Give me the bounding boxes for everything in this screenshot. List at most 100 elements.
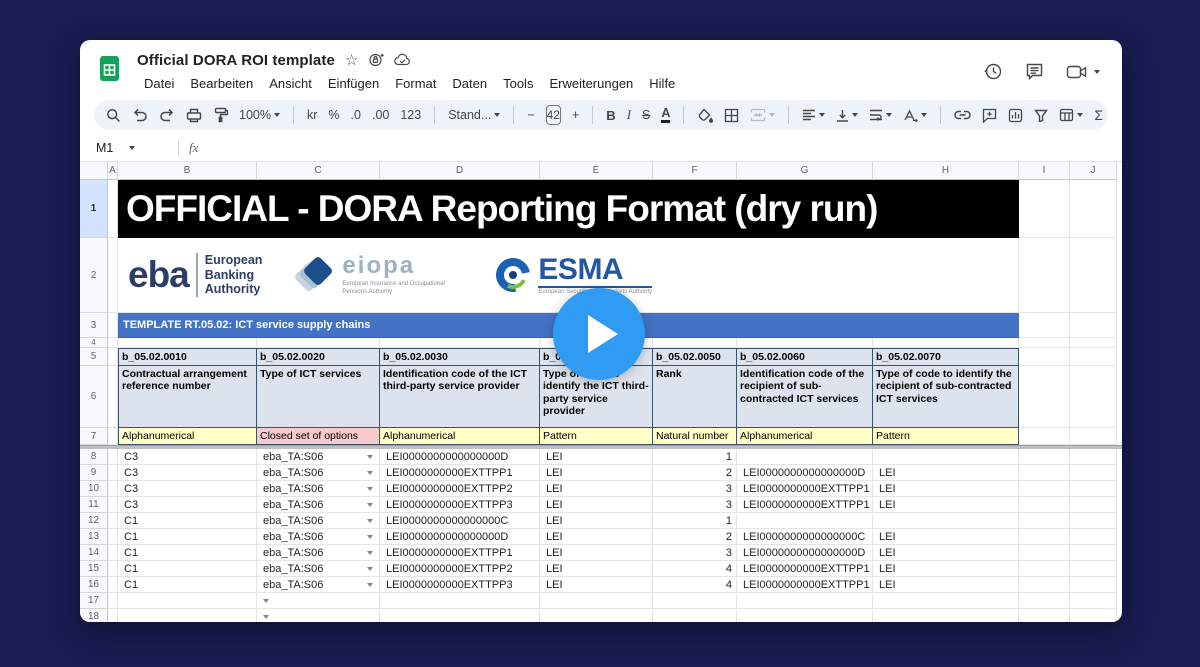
row-header-12[interactable]: 12 [80, 513, 108, 529]
cell[interactable] [1070, 238, 1117, 313]
row-header-14[interactable]: 14 [80, 545, 108, 561]
menu-item-bearbeiten[interactable]: Bearbeiten [183, 74, 260, 93]
cell[interactable]: C3 [118, 481, 257, 497]
column-header-B[interactable]: B [118, 162, 257, 180]
decrease-font-size-button[interactable]: − [527, 108, 534, 122]
cell[interactable] [118, 338, 257, 348]
cell[interactable]: LEI [873, 561, 1019, 577]
cell[interactable] [108, 577, 118, 593]
field-type-cell[interactable]: Pattern [540, 428, 653, 445]
select-all-corner[interactable] [80, 162, 108, 180]
row-header-1[interactable]: 1 [80, 180, 108, 238]
lock-badge-icon[interactable] [368, 52, 384, 68]
cell[interactable] [873, 609, 1019, 622]
fill-color-icon[interactable] [697, 108, 713, 123]
row-header-17[interactable]: 17 [80, 593, 108, 609]
cell[interactable] [1019, 428, 1070, 445]
cell[interactable] [1019, 338, 1070, 348]
cell[interactable]: LEI0000000000EXTTPP1 [737, 577, 873, 593]
cell[interactable] [108, 449, 118, 465]
redo-icon[interactable] [159, 108, 175, 122]
cell[interactable]: LEI0000000000000000D [737, 465, 873, 481]
cloud-saved-icon[interactable] [394, 53, 412, 67]
currency-format-button[interactable]: kr [307, 108, 317, 122]
star-icon[interactable]: ☆ [345, 53, 358, 68]
cell[interactable] [1019, 449, 1070, 465]
cell[interactable]: LEI [540, 577, 653, 593]
cell[interactable] [1070, 545, 1117, 561]
field-label-cell[interactable]: Identification code of the ICT third-par… [380, 366, 540, 428]
cell[interactable] [108, 609, 118, 622]
cell[interactable] [873, 449, 1019, 465]
field-label-cell[interactable]: Contractual arrangement reference number [118, 366, 257, 428]
cell[interactable]: LEI [540, 561, 653, 577]
menu-item-hilfe[interactable]: Hilfe [642, 74, 682, 93]
cell[interactable] [108, 338, 118, 348]
cell[interactable]: C3 [118, 497, 257, 513]
cell[interactable] [1019, 609, 1070, 622]
row-header-18[interactable]: 18 [80, 609, 108, 622]
cell-dropdown[interactable]: eba_TA:S06 [257, 545, 380, 561]
cell[interactable] [737, 449, 873, 465]
cell[interactable]: LEI0000000000EXTTPP3 [380, 497, 540, 513]
cell[interactable]: 3 [653, 481, 737, 497]
column-header-G[interactable]: G [737, 162, 873, 180]
cell[interactable] [1070, 513, 1117, 529]
cell[interactable] [380, 593, 540, 609]
dropdown-caret-icon[interactable] [367, 535, 373, 539]
dropdown-caret-icon[interactable] [367, 487, 373, 491]
insert-link-icon[interactable] [954, 110, 971, 120]
dropdown-caret-icon[interactable] [367, 455, 373, 459]
row-header-8[interactable]: 8 [80, 449, 108, 465]
cell-dropdown[interactable]: eba_TA:S06 [257, 577, 380, 593]
row-header-2[interactable]: 2 [80, 238, 108, 313]
cell-dropdown[interactable]: eba_TA:S06 [257, 513, 380, 529]
menu-item-daten[interactable]: Daten [445, 74, 494, 93]
cell[interactable]: LEI [873, 577, 1019, 593]
cell[interactable] [380, 338, 540, 348]
table-views-icon[interactable] [1059, 108, 1083, 122]
cell[interactable]: 1 [653, 513, 737, 529]
cell[interactable]: LEI0000000000000000C [737, 529, 873, 545]
column-header-D[interactable]: D [380, 162, 540, 180]
cell[interactable] [1019, 561, 1070, 577]
field-code-cell[interactable]: b_05.02.0070 [873, 348, 1019, 366]
cell[interactable]: LEI0000000000000000D [380, 529, 540, 545]
row-header-7[interactable]: 7 [80, 428, 108, 445]
cell[interactable] [108, 313, 118, 338]
cell[interactable] [1070, 180, 1117, 238]
field-label-cell[interactable]: Type of ICT services [257, 366, 380, 428]
print-icon[interactable] [186, 108, 202, 123]
cell[interactable] [873, 338, 1019, 348]
decrease-decimal-button[interactable]: .0 [351, 108, 361, 122]
field-code-cell[interactable]: b_05.02.0010 [118, 348, 257, 366]
cell[interactable] [737, 513, 873, 529]
cell[interactable] [873, 513, 1019, 529]
cell[interactable] [380, 609, 540, 622]
cell[interactable]: C1 [118, 513, 257, 529]
undo-icon[interactable] [132, 108, 148, 122]
dropdown-caret-icon[interactable] [367, 503, 373, 507]
cell[interactable] [108, 238, 118, 313]
cell[interactable] [737, 338, 873, 348]
row-header-11[interactable]: 11 [80, 497, 108, 513]
cell[interactable]: LEI0000000000EXTTPP2 [380, 481, 540, 497]
vertical-align-icon[interactable] [836, 109, 858, 122]
horizontal-align-icon[interactable] [802, 109, 825, 121]
camera-dropdown-caret[interactable] [1094, 70, 1100, 74]
cell[interactable] [1019, 593, 1070, 609]
cell[interactable] [1019, 513, 1070, 529]
more-formats-button[interactable]: 123 [400, 108, 421, 122]
cell-dropdown[interactable]: eba_TA:S06 [257, 497, 380, 513]
increase-decimal-button[interactable]: .00 [372, 108, 389, 122]
cell[interactable] [257, 338, 380, 348]
menu-item-tools[interactable]: Tools [496, 74, 540, 93]
cell[interactable]: 4 [653, 561, 737, 577]
menu-item-ansicht[interactable]: Ansicht [262, 74, 319, 93]
cell[interactable]: 2 [653, 529, 737, 545]
percent-format-button[interactable]: % [328, 108, 339, 122]
dropdown-caret-icon[interactable] [367, 567, 373, 571]
cell[interactable] [108, 481, 118, 497]
field-label-cell[interactable]: Type of code to identify the recipient o… [873, 366, 1019, 428]
row-header-6[interactable]: 6 [80, 366, 108, 428]
